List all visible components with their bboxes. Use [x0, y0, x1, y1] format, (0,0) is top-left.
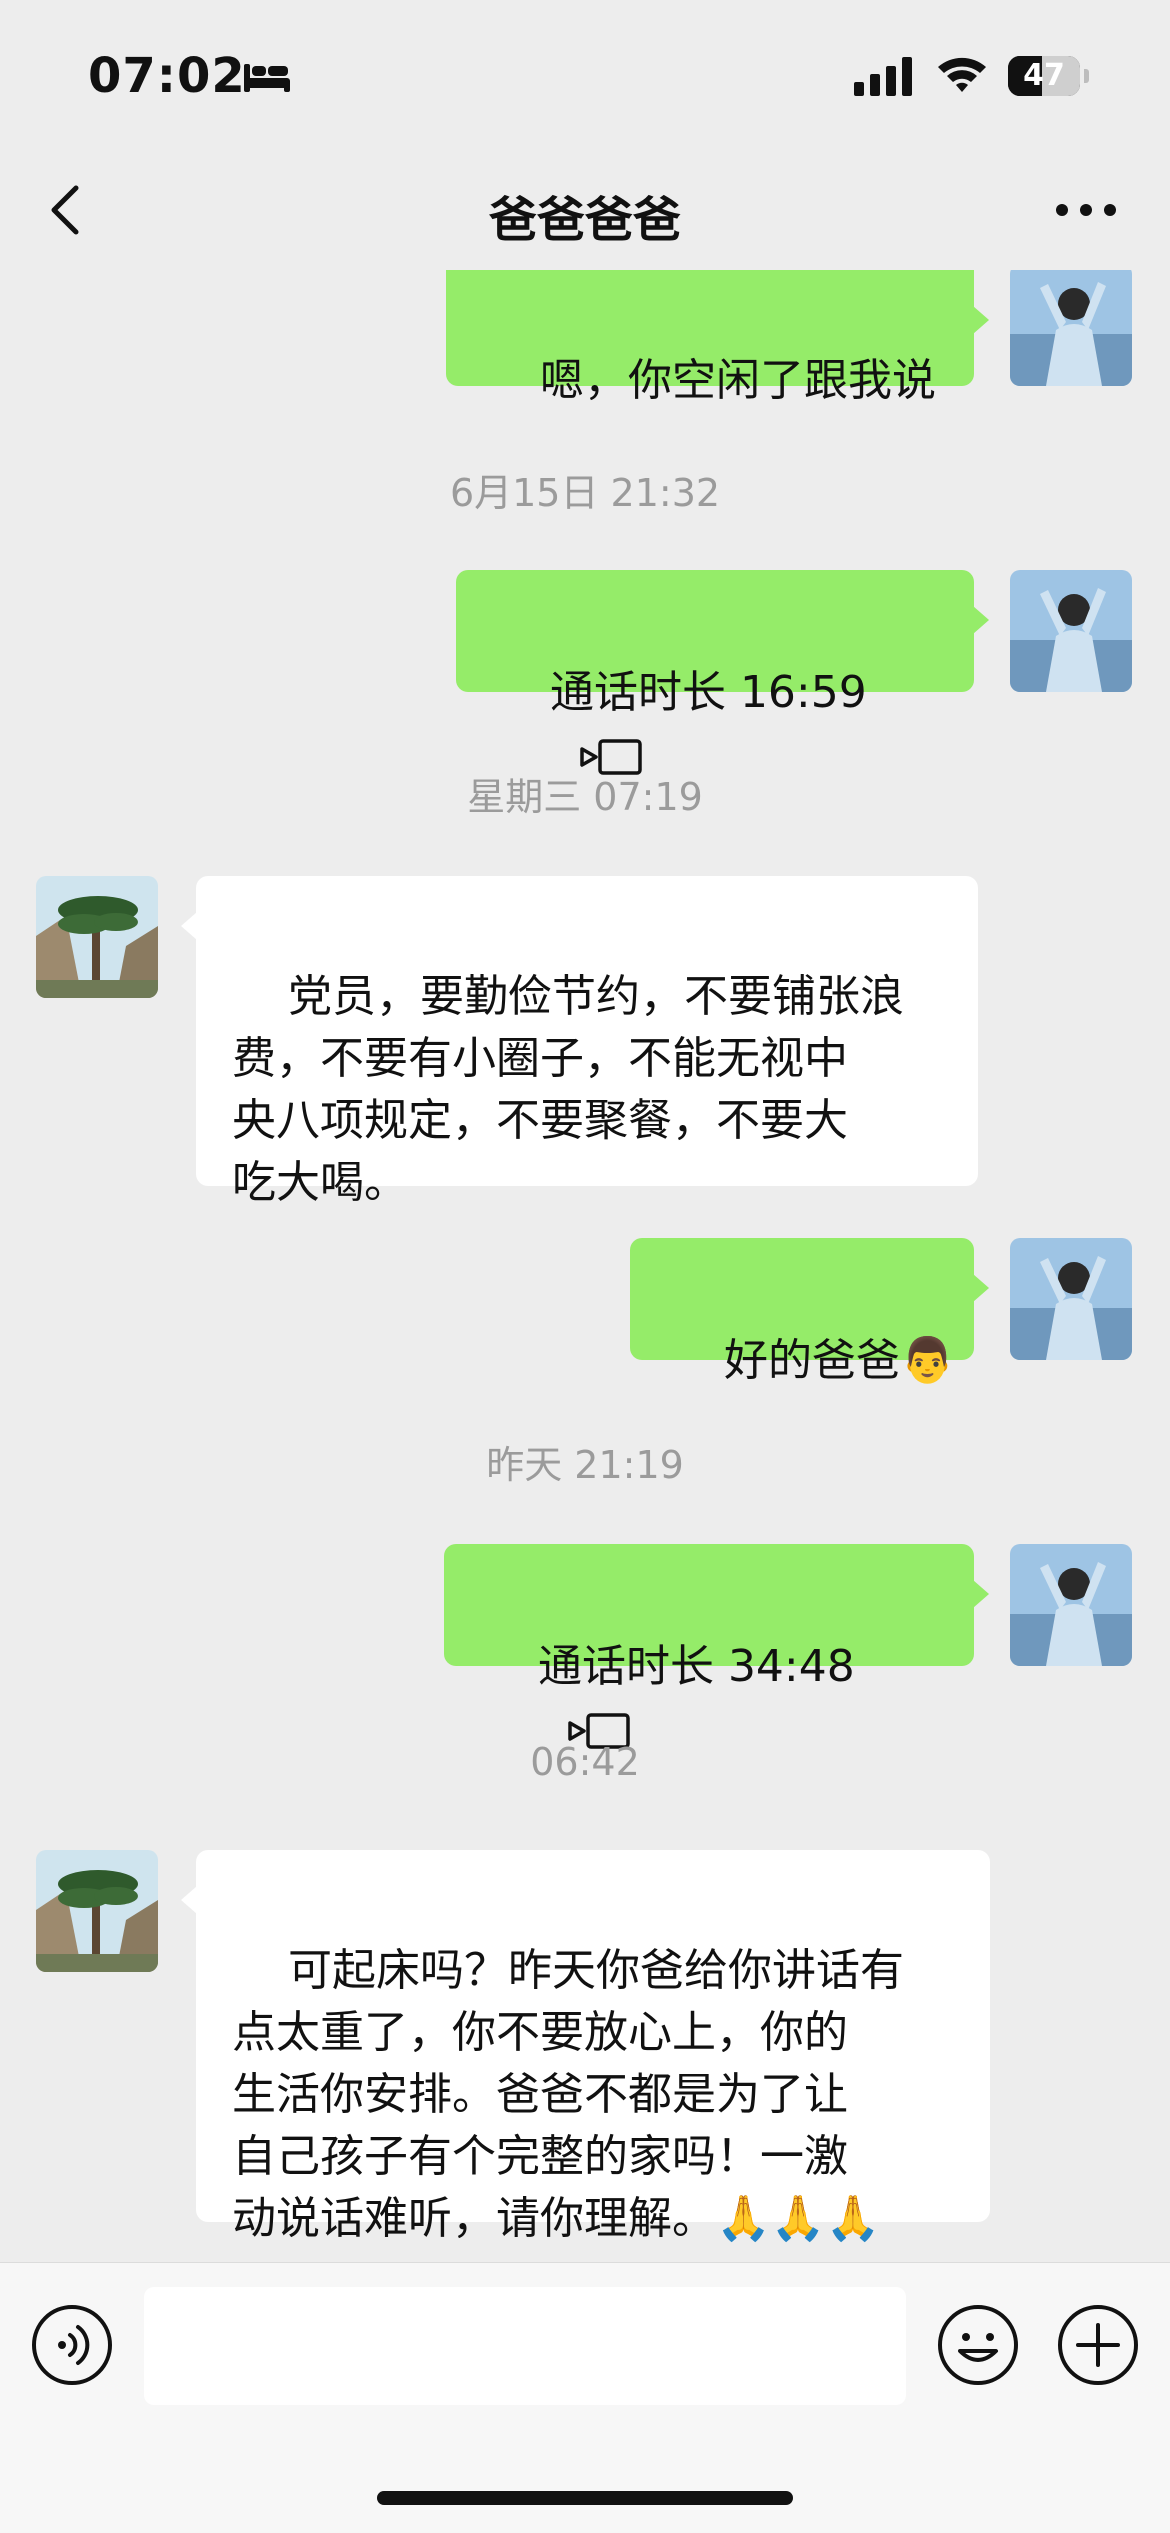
message-text: 好的爸爸👨: [723, 1335, 955, 1386]
message-bubble-outgoing[interactable]: 好的爸爸👨: [630, 1238, 989, 1386]
chat-title: 爸爸爸爸: [488, 192, 681, 248]
battery-indicator: 47: [1008, 56, 1089, 96]
message-bubble-incoming[interactable]: 可起床吗？昨天你爸给你讲话有 点太重了，你不要放心上，你的 生活你安排。爸爸不都…: [181, 1850, 990, 2244]
timestamp: 昨天 21:19: [486, 1443, 684, 1487]
wifi-icon: [938, 57, 986, 92]
call-record-bubble[interactable]: 通话时长 16:59: [456, 570, 989, 775]
message-bubble-outgoing[interactable]: 嗯，你空闲了跟我说: [446, 270, 989, 406]
message-bubble-incoming[interactable]: 党员，要勤俭节约，不要铺张浪 费，不要有小圈子，不能无视中 央八项规定，不要聚餐…: [181, 876, 978, 1208]
call-record-bubble[interactable]: 通话时长 34:48: [444, 1544, 989, 1749]
my-avatar-image: [1010, 270, 1132, 386]
message-text: 可起床吗？昨天你爸给你讲话有 点太重了，你不要放心上，你的 生活你安排。爸爸不都…: [232, 1945, 904, 2244]
bed-icon: [244, 64, 290, 92]
emoji-icon[interactable]: [936, 2303, 1020, 2387]
my-avatar-image: [1010, 1238, 1132, 1360]
signal-icon: [854, 57, 912, 96]
timestamp: 星期三 07:19: [467, 775, 703, 819]
chat-message-list[interactable]: 嗯，你空闲了跟我说 6月15日 21:32 通话时长 16:59 星期三 07:…: [0, 270, 1170, 2260]
my-avatar-image: [1010, 1544, 1132, 1666]
nav-bar: 爸爸爸爸: [0, 150, 1170, 270]
voice-icon[interactable]: [30, 2303, 114, 2387]
contact-avatar[interactable]: [36, 876, 158, 998]
more-icon[interactable]: [1050, 190, 1122, 230]
status-bar: 07:02 47: [0, 0, 1170, 150]
contact-avatar-image: [36, 876, 158, 998]
my-avatar[interactable]: [1010, 1544, 1132, 1666]
call-duration-text: 通话时长 16:59: [549, 667, 867, 718]
battery-percent: 47: [1023, 58, 1065, 93]
plus-icon[interactable]: [1056, 2303, 1140, 2387]
message-input[interactable]: [144, 2287, 906, 2405]
my-avatar-image: [1010, 570, 1132, 692]
contact-avatar[interactable]: [36, 1850, 158, 1972]
my-avatar[interactable]: [1010, 570, 1132, 692]
timestamp: 6月15日 21:32: [449, 471, 721, 515]
timestamp: 06:42: [530, 1740, 640, 1784]
my-avatar[interactable]: [1010, 270, 1132, 386]
message-text: 党员，要勤俭节约，不要铺张浪 费，不要有小圈子，不能无视中 央八项规定，不要聚餐…: [232, 971, 904, 1208]
input-bar: [0, 2262, 1170, 2533]
home-indicator: [377, 2491, 793, 2505]
message-text: 嗯，你空闲了跟我说: [539, 355, 936, 406]
status-time: 07:02: [88, 48, 246, 104]
my-avatar[interactable]: [1010, 1238, 1132, 1360]
contact-avatar-image: [36, 1850, 158, 1972]
call-duration-text: 通话时长 34:48: [537, 1641, 855, 1692]
